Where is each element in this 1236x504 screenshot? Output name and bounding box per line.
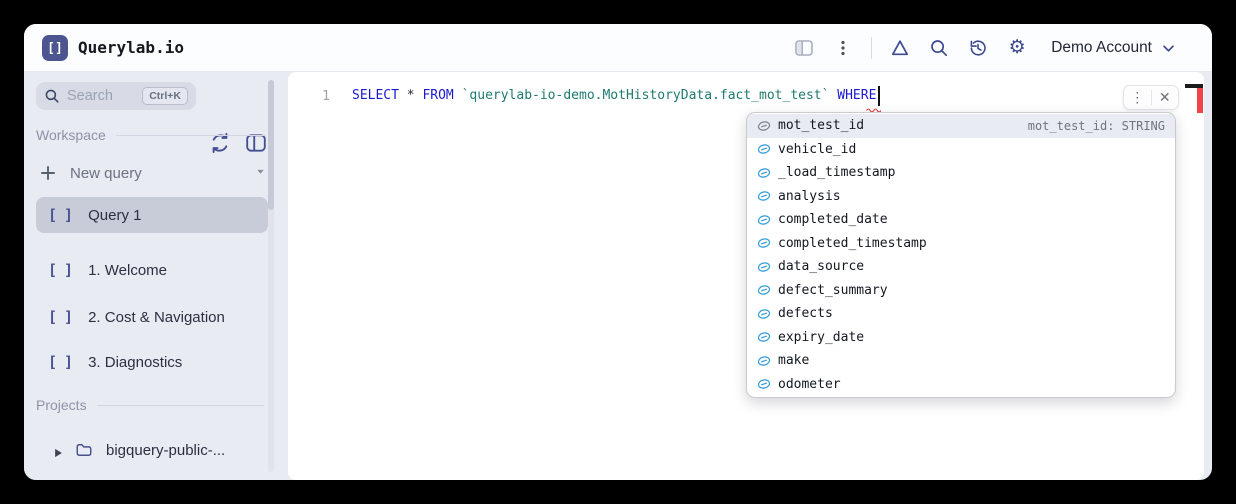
expander-triangle-icon[interactable] [54, 445, 63, 455]
account-label: Demo Account [1051, 39, 1152, 57]
query-item-label: 2. Cost & Navigation [88, 309, 225, 326]
field-icon [757, 166, 771, 180]
autocomplete-label: completed_date [778, 212, 1165, 227]
autocomplete-option[interactable]: defects [747, 302, 1175, 326]
gear-glyph: ⚙ [1009, 38, 1026, 58]
folder-icon [75, 441, 93, 459]
brackets-icon: [ ] [48, 206, 72, 224]
search-icon [44, 88, 60, 104]
app-window: [] Querylab.io [24, 24, 1212, 480]
brackets-icon: [ ] [48, 261, 72, 279]
editor-close-icon[interactable]: ✕ [1152, 86, 1179, 109]
autocomplete-option[interactable]: completed_date [747, 208, 1175, 232]
kebab-menu-icon[interactable] [832, 37, 854, 59]
sidebar-project-item[interactable]: bigquery-public-... [36, 434, 268, 466]
top-bar: [] Querylab.io [24, 24, 1212, 72]
field-icon [757, 354, 771, 368]
topbar-divider [871, 37, 872, 59]
autocomplete-label: _load_timestamp [778, 165, 1165, 180]
sql-star: * [407, 88, 415, 103]
sql-table-ref: `querylab-io-demo.MotHistoryData.fact_mo… [462, 88, 830, 103]
field-icon [757, 236, 771, 250]
sidebar-scrollbar-track [268, 80, 274, 472]
field-icon [757, 189, 771, 203]
chevron-down-icon [1161, 41, 1176, 56]
plus-icon [40, 165, 56, 181]
new-query-button[interactable]: New query [36, 158, 276, 188]
field-icon [757, 307, 771, 321]
keyboard-shortcut-badge: Ctrl+K [142, 87, 188, 105]
autocomplete-option[interactable]: vehicle_id [747, 138, 1175, 162]
field-icon [757, 283, 771, 297]
query-item-label: Query 1 [88, 207, 141, 224]
autocomplete-option[interactable]: _load_timestamp [747, 161, 1175, 185]
autocomplete-option[interactable]: expiry_date [747, 326, 1175, 350]
sidebar-query-item[interactable]: [ ] Query 1 [36, 197, 268, 233]
autocomplete-label: defect_summary [778, 283, 1165, 298]
autocomplete-dropdown: mot_test_id mot_test_id: STRING vehicle_… [746, 112, 1176, 398]
sql-keyword: SELECT [352, 88, 399, 103]
sidebar-query-item[interactable]: [ ] 3. Diagnostics [36, 344, 268, 380]
query-item-label: 3. Diagnostics [88, 354, 182, 371]
autocomplete-label: defects [778, 306, 1165, 321]
autocomplete-label: make [778, 353, 1165, 368]
overview-ruler-error-marker [1197, 88, 1203, 113]
search-placeholder: Search [67, 88, 142, 104]
autocomplete-type-detail: mot_test_id: STRING [1028, 119, 1165, 133]
workspace-section-label: Workspace [36, 124, 264, 146]
field-icon [757, 142, 771, 156]
new-query-caret-icon[interactable] [255, 164, 266, 182]
autocomplete-option[interactable]: odometer [747, 373, 1175, 397]
autocomplete-option[interactable]: defect_summary [747, 279, 1175, 303]
new-query-label: New query [70, 165, 255, 182]
sidebar-query-item[interactable]: [ ] 1. Welcome [36, 252, 268, 288]
sidebar-scrollbar-thumb[interactable] [268, 80, 274, 210]
brackets-icon: [ ] [48, 308, 72, 326]
autocomplete-label: analysis [778, 189, 1165, 204]
projects-section-label: Projects [36, 394, 264, 416]
autocomplete-option[interactable]: mot_test_id mot_test_id: STRING [747, 114, 1175, 138]
app-logo-icon: [] [42, 35, 68, 61]
autocomplete-label: odometer [778, 377, 1165, 392]
autocomplete-label: completed_timestamp [778, 236, 1165, 251]
line-number: 1 [310, 89, 330, 104]
brackets-icon: [ ] [48, 353, 72, 371]
field-icon [757, 260, 771, 274]
project-item-label: bigquery-public-... [106, 442, 225, 459]
autocomplete-label: mot_test_id [778, 118, 1028, 133]
settings-gear-icon[interactable]: ⚙ [1006, 37, 1028, 59]
topbar-actions: ⚙ Demo Account [793, 24, 1176, 72]
field-icon [757, 119, 771, 133]
text-cursor [878, 86, 880, 106]
account-menu[interactable]: Demo Account [1051, 39, 1176, 57]
autocomplete-label: data_source [778, 259, 1165, 274]
autocomplete-option[interactable]: data_source [747, 255, 1175, 279]
autocomplete-option[interactable]: make [747, 349, 1175, 373]
app-title: Querylab.io [78, 38, 184, 57]
editor-kebab-menu-icon[interactable]: ⋮ [1124, 86, 1151, 109]
field-icon [757, 377, 771, 391]
editor-floating-toolbar: ⋮ ✕ [1123, 85, 1179, 110]
history-icon[interactable] [967, 37, 989, 59]
sidebar-search-input[interactable]: Search Ctrl+K [36, 82, 196, 110]
sidebar-query-item[interactable]: [ ] 2. Cost & Navigation [36, 299, 268, 335]
sql-keyword: WHERE [837, 88, 876, 103]
autocomplete-option[interactable]: completed_timestamp [747, 232, 1175, 256]
layout-panel-icon[interactable] [793, 37, 815, 59]
query-item-label: 1. Welcome [88, 262, 167, 279]
sql-keyword: FROM [422, 88, 453, 103]
autocomplete-label: vehicle_id [778, 142, 1165, 157]
autocomplete-option[interactable]: analysis [747, 185, 1175, 209]
sidebar: Search Ctrl+K Workspace [24, 72, 288, 480]
delta-icon[interactable] [889, 37, 911, 59]
autocomplete-label: expiry_date [778, 330, 1165, 345]
sql-code-line[interactable]: SELECT * FROM `querylab-io-demo.MotHisto… [352, 88, 876, 108]
field-icon [757, 330, 771, 344]
field-icon [757, 213, 771, 227]
search-icon[interactable] [928, 37, 950, 59]
